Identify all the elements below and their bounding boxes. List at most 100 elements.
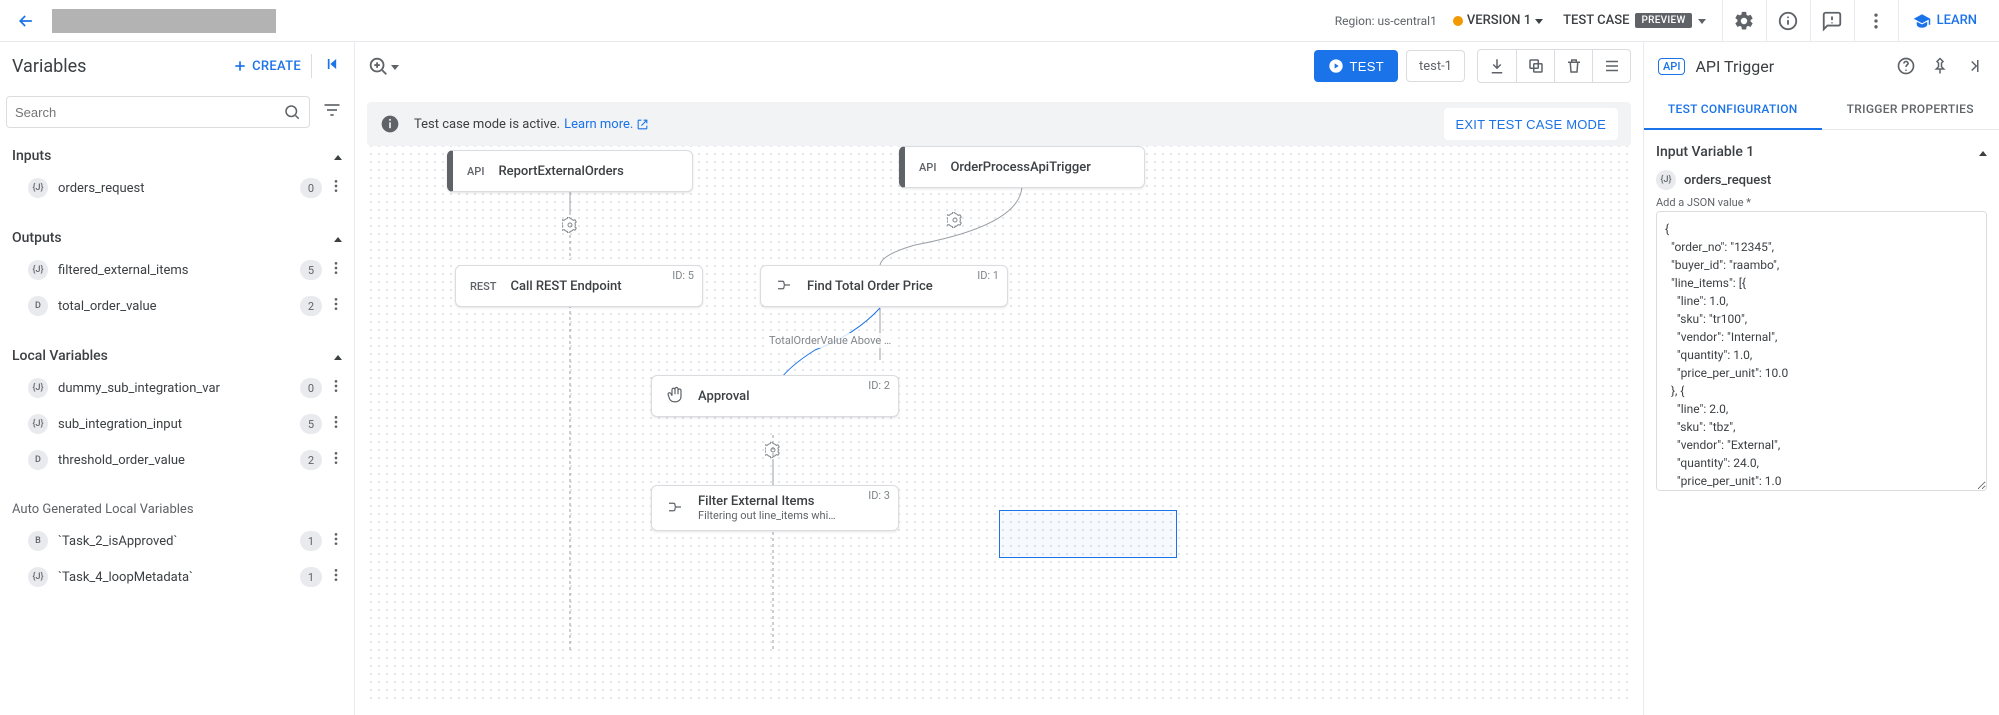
chevron-down-icon <box>1535 13 1543 28</box>
variable-menu-button[interactable] <box>324 294 348 318</box>
node-title: Filter External Items <box>698 494 884 509</box>
variable-name: filtered_external_items <box>58 263 300 278</box>
learn-more-label: Learn more. <box>564 117 633 132</box>
overflow-button[interactable] <box>1854 0 1898 42</box>
variable-row[interactable]: D total_order_value 2 <box>0 288 354 324</box>
more-vert-icon <box>328 450 344 466</box>
collapse-sidebar-button[interactable] <box>322 54 342 78</box>
rest-icon: REST <box>470 280 497 293</box>
page-title-placeholder <box>52 9 276 33</box>
variable-name: sub_integration_input <box>58 417 300 432</box>
tab-test-configuration[interactable]: TEST CONFIGURATION <box>1644 90 1822 130</box>
skip-previous-icon <box>322 54 342 74</box>
variable-menu-button[interactable] <box>324 448 348 472</box>
usage-count-badge: 1 <box>300 531 322 551</box>
task-node-find[interactable]: Find Total Order Price ID: 1 <box>760 265 1008 307</box>
edge-config-button[interactable] <box>763 440 783 460</box>
type-badge-json: {J} <box>28 414 48 434</box>
gear-icon <box>947 212 963 228</box>
section-outputs-header[interactable]: Outputs <box>0 220 354 252</box>
filter-button[interactable] <box>318 96 346 128</box>
delete-button[interactable] <box>1554 50 1592 82</box>
variable-name: dummy_sub_integration_var <box>58 381 300 396</box>
tab-trigger-properties[interactable]: TRIGGER PROPERTIES <box>1822 90 1999 129</box>
exit-test-mode-button[interactable]: EXIT TEST CASE MODE <box>1444 108 1618 140</box>
feedback-button[interactable] <box>1810 0 1854 42</box>
variable-row[interactable]: {J} `Task_4_loopMetadata` 1 <box>0 559 354 595</box>
zoom-button[interactable] <box>367 55 399 77</box>
pin-button[interactable] <box>1923 49 1957 83</box>
task-node-approval[interactable]: Approval ID: 2 <box>651 375 899 417</box>
edge-config-button[interactable] <box>560 215 580 235</box>
variable-menu-button[interactable] <box>324 258 348 282</box>
more-vert-icon <box>1866 11 1886 31</box>
input-variable-header[interactable]: Input Variable 1 <box>1656 144 1987 160</box>
input-variable-chip: {J} orders_request <box>1656 170 1771 190</box>
plus-icon <box>232 58 248 74</box>
variable-name: total_order_value <box>58 299 300 314</box>
section-inputs-header[interactable]: Inputs <box>0 138 354 170</box>
variable-menu-button[interactable] <box>324 412 348 436</box>
search-input-wrap[interactable] <box>6 96 310 128</box>
help-button[interactable] <box>1889 49 1923 83</box>
api-badge: API <box>1658 58 1685 75</box>
edge-label: TotalOrderValue Above … <box>766 333 894 348</box>
variable-row[interactable]: {J} filtered_external_items 5 <box>0 252 354 288</box>
flow-canvas[interactable]: Test case mode is active. Learn more. EX… <box>355 90 1643 715</box>
test-case-selected: test-1 <box>1419 59 1452 74</box>
variable-menu-button[interactable] <box>324 529 348 553</box>
type-badge-bool: B <box>28 531 48 551</box>
edge-config-button[interactable] <box>945 210 965 230</box>
task-node-filter[interactable]: Filter External Items Filtering out line… <box>651 485 899 531</box>
download-button[interactable] <box>1478 50 1516 82</box>
right-panel: API API Trigger TEST CONFIGURATION TRIGG… <box>1644 42 1999 715</box>
test-button[interactable]: TEST <box>1314 50 1398 82</box>
graduation-cap-icon <box>1913 12 1931 30</box>
test-case-select[interactable]: test-1 <box>1406 50 1465 82</box>
selection-box <box>999 510 1177 558</box>
version-selector[interactable]: VERSION 1 <box>1453 13 1547 28</box>
trigger-node-report[interactable]: API ReportExternalOrders <box>447 150 693 192</box>
expand-button[interactable] <box>1957 49 1991 83</box>
section-autogen-header[interactable]: Auto Generated Local Variables <box>0 492 354 523</box>
variable-name: threshold_order_value <box>58 453 300 468</box>
section-inputs-title: Inputs <box>12 148 51 164</box>
chevron-down-icon <box>1698 13 1706 28</box>
variable-menu-button[interactable] <box>324 565 348 589</box>
copy-button[interactable] <box>1516 50 1554 82</box>
version-label: VERSION 1 <box>1467 13 1531 28</box>
arrow-left-icon <box>16 11 36 31</box>
more-vert-icon <box>328 531 344 547</box>
back-button[interactable] <box>8 3 44 39</box>
test-label: TEST <box>1350 59 1384 74</box>
usage-count-badge: 1 <box>300 567 322 587</box>
usage-count-badge: 2 <box>300 450 322 470</box>
download-icon <box>1488 57 1506 75</box>
variable-menu-button[interactable] <box>324 176 348 200</box>
learn-more-link[interactable]: Learn more. <box>564 117 649 132</box>
trigger-node-orderprocess[interactable]: API OrderProcessApiTrigger <box>899 146 1145 188</box>
testcase-selector[interactable]: TEST CASE PREVIEW <box>1563 13 1705 28</box>
variable-row[interactable]: {J} dummy_sub_integration_var 0 <box>0 370 354 406</box>
list-button[interactable] <box>1592 50 1630 82</box>
create-variable-button[interactable]: CREATE <box>232 58 301 74</box>
json-input-textarea[interactable] <box>1656 211 1987 491</box>
variable-row[interactable]: B `Task_2_isApproved` 1 <box>0 523 354 559</box>
variable-row[interactable]: D threshold_order_value 2 <box>0 442 354 478</box>
create-label: CREATE <box>252 59 301 74</box>
list-icon <box>1603 57 1621 75</box>
more-vert-icon <box>328 378 344 394</box>
task-node-rest[interactable]: REST Call REST Endpoint ID: 5 <box>455 265 703 307</box>
json-input-label: Add a JSON value * <box>1656 196 1987 209</box>
section-locals-header[interactable]: Local Variables <box>0 338 354 370</box>
settings-button[interactable] <box>1722 0 1766 42</box>
info-button[interactable] <box>1766 0 1810 42</box>
variable-name: `Task_4_loopMetadata` <box>58 570 300 585</box>
variable-row[interactable]: {J} sub_integration_input 5 <box>0 406 354 442</box>
section-locals-title: Local Variables <box>12 348 108 364</box>
chevron-down-icon <box>391 59 399 74</box>
variable-menu-button[interactable] <box>324 376 348 400</box>
learn-button[interactable]: LEARN <box>1898 0 1991 42</box>
search-input[interactable] <box>15 105 283 120</box>
variable-row[interactable]: {J} orders_request 0 <box>0 170 354 206</box>
